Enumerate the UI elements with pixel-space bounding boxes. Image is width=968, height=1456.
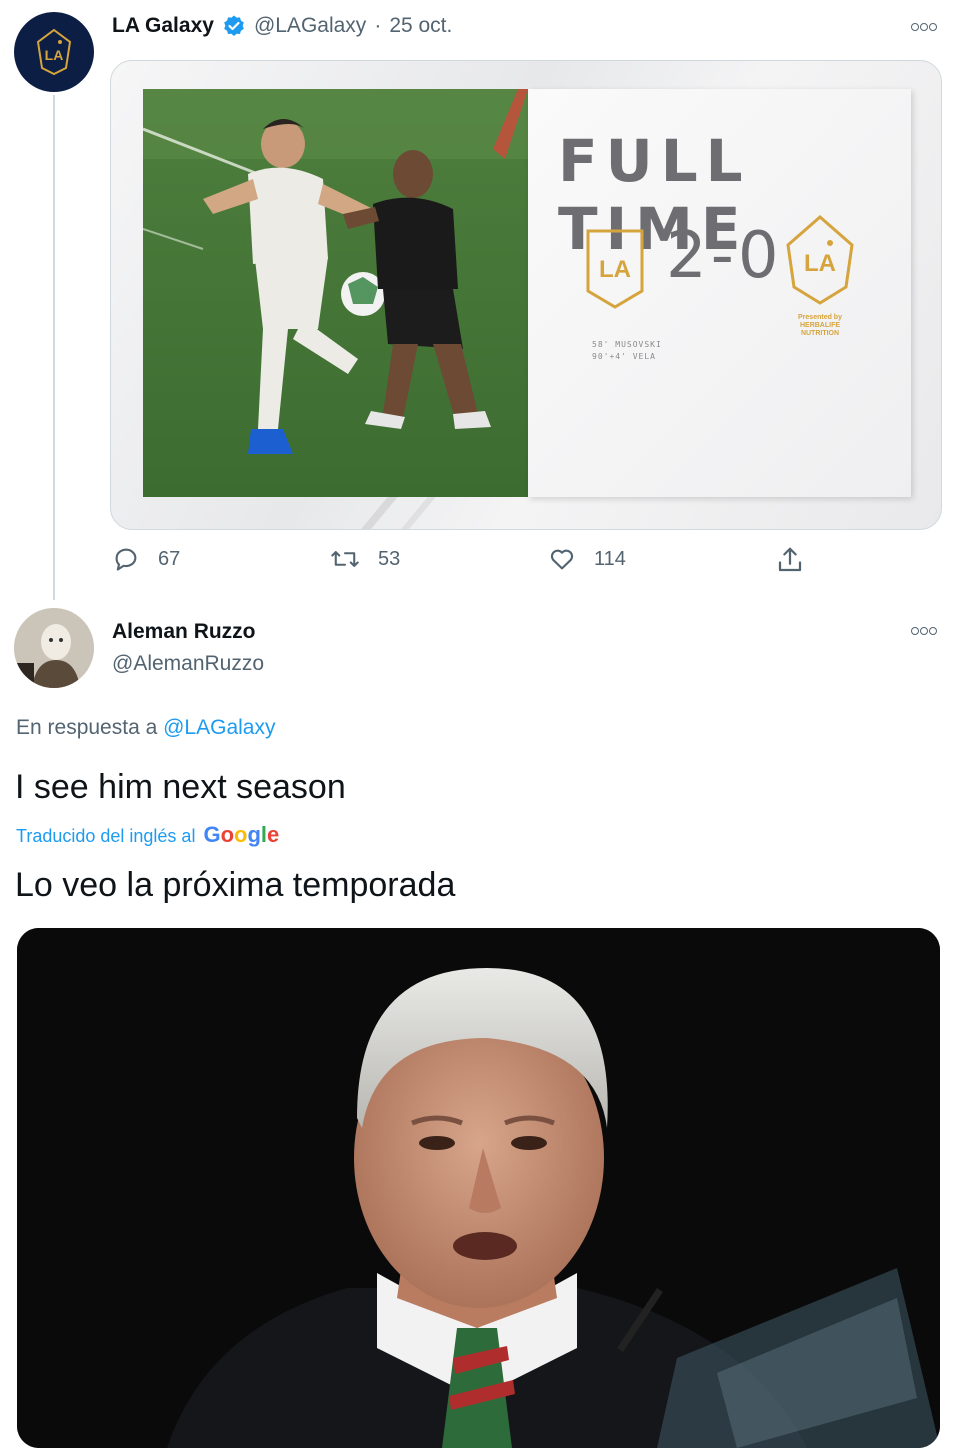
svg-text:LA: LA <box>45 47 64 63</box>
google-logo: Google <box>203 822 280 847</box>
author-name[interactable]: LA Galaxy <box>112 14 214 38</box>
aleman-ruzzo-avatar[interactable] <box>14 608 94 688</box>
share-button[interactable] <box>775 545 805 575</box>
author-handle[interactable]: @LAGalaxy <box>254 14 366 38</box>
tweet-media-card[interactable]: FULL TIME LA 2-0 LA 58' MUSOVSKI 90'+4' … <box>110 60 942 530</box>
match-photo <box>143 89 528 497</box>
more-options-icon[interactable] <box>911 23 938 31</box>
score-panel: FULL TIME LA 2-0 LA 58' MUSOVSKI 90'+4' … <box>528 89 911 497</box>
reply-author-handle[interactable]: @AlemanRuzzo <box>112 652 264 676</box>
goal-scorers: 58' MUSOVSKI 90'+4' VELA <box>592 339 662 363</box>
retweet-count: 53 <box>378 547 401 570</box>
reply-more-options-icon[interactable] <box>911 627 938 635</box>
reply-count: 67 <box>158 547 181 570</box>
svg-text:LA: LA <box>804 250 836 277</box>
sponsor-label: Presented by HERBALIFE NUTRITION <box>798 314 842 337</box>
man-speaking-at-podium-photo <box>17 928 940 1448</box>
dot-separator: · <box>374 14 382 37</box>
reply-button[interactable]: 67 <box>112 545 180 573</box>
reply-image[interactable] <box>17 928 940 1448</box>
reply-icon <box>115 548 137 571</box>
thread-connector-line <box>53 95 55 600</box>
translated-text: Lo veo la próxima temporada <box>15 866 456 904</box>
la-galaxy-avatar[interactable]: LA <box>14 12 94 92</box>
soccer-players-illustration <box>143 89 528 497</box>
scorer-2: 90'+4' VELA <box>592 352 656 361</box>
retweet-icon <box>331 551 359 567</box>
translated-label[interactable]: Traducido del inglés al <box>16 826 195 847</box>
reply-text: I see him next season <box>15 768 346 806</box>
reply-author-name[interactable]: Aleman Ruzzo <box>112 620 256 644</box>
translation-attribution[interactable]: Traducido del inglés al Google <box>16 822 279 848</box>
like-count: 114 <box>594 547 626 570</box>
reply-to-prefix: En respuesta a <box>16 716 158 739</box>
svg-text:LA: LA <box>599 256 631 283</box>
lafc-crest-icon: LA <box>586 229 644 309</box>
la-galaxy-crest-icon: LA <box>36 28 72 76</box>
tweet-date[interactable]: 25 oct. <box>389 14 452 38</box>
like-button[interactable]: 114 <box>548 545 626 573</box>
heart-icon <box>550 549 574 570</box>
final-score: 2-0 <box>666 219 783 293</box>
la-galaxy-gold-crest-icon: LA <box>786 215 854 305</box>
verified-badge-icon <box>224 15 244 36</box>
masked-figure-avatar-image <box>14 608 94 688</box>
retweet-button[interactable]: 53 <box>330 545 400 573</box>
tweet-header: LA Galaxy @LAGalaxy · 25 oct. <box>112 14 452 38</box>
scorer-1: 58' MUSOVSKI <box>592 340 662 349</box>
reply-to-handle-link[interactable]: @LAGalaxy <box>163 716 275 739</box>
reply-context: En respuesta a @LAGalaxy <box>16 716 275 740</box>
share-icon <box>778 547 802 572</box>
